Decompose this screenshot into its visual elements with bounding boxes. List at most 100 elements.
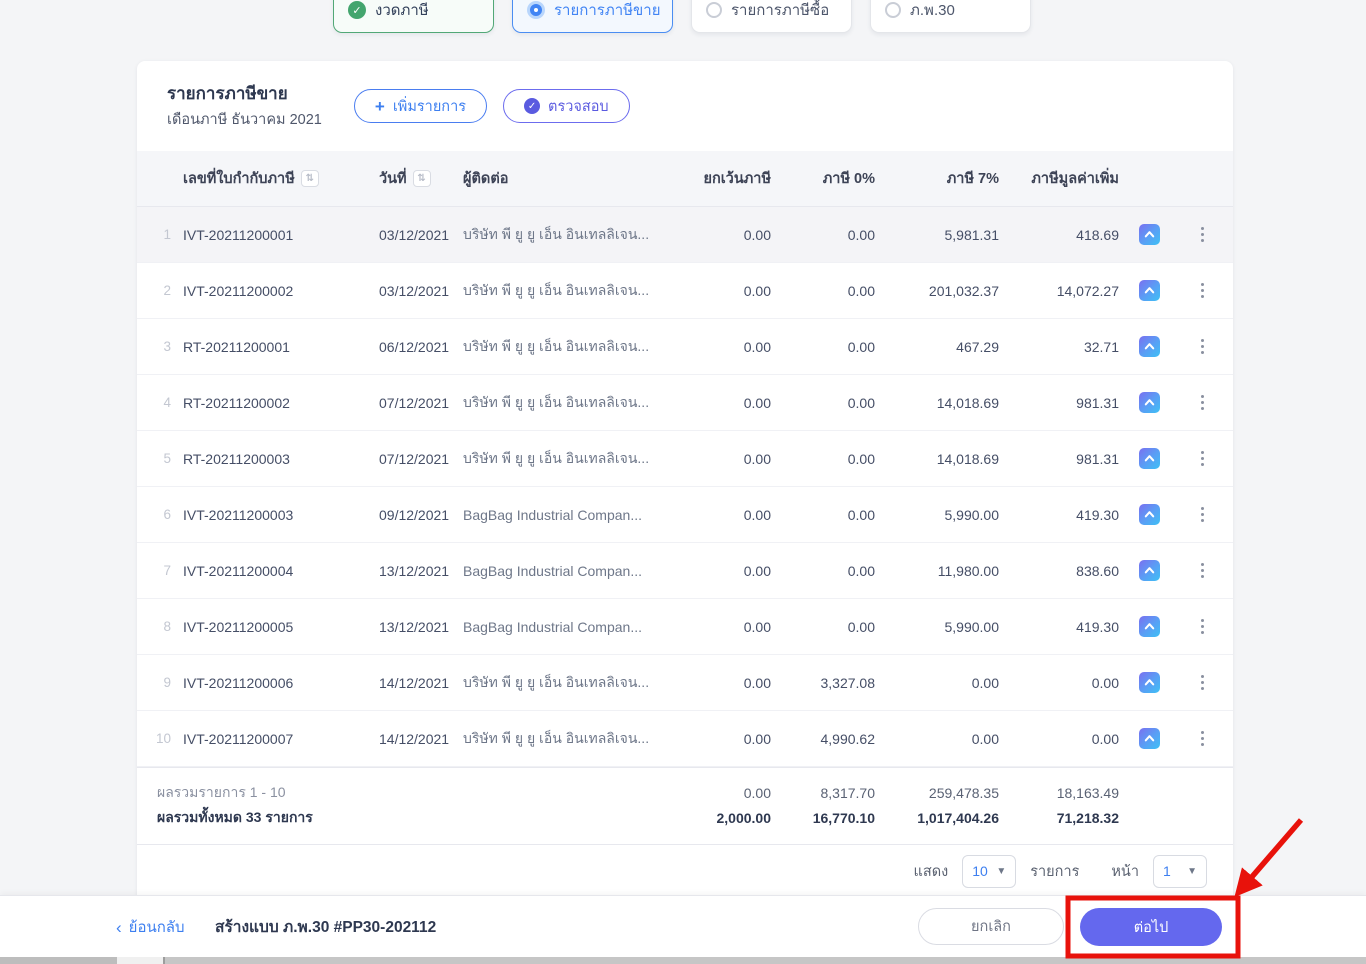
page-title: รายการภาษีขาย bbox=[167, 83, 288, 103]
vat-amount: 32.71 bbox=[1083, 338, 1119, 355]
sort-invoice-icon[interactable]: ⇅ bbox=[300, 170, 319, 187]
tax7-amount: 14,018.69 bbox=[936, 394, 999, 411]
document-link-icon[interactable] bbox=[1138, 616, 1160, 637]
pointer-arrow bbox=[1234, 818, 1304, 898]
contact-name: บริษัท พี ยู ยู เอ็น อินเทลลิเจน... bbox=[463, 673, 650, 690]
row-number: 2 bbox=[163, 283, 171, 298]
tab-label: ภ.พ.30 bbox=[910, 2, 955, 19]
tax7-amount: 14,018.69 bbox=[936, 450, 999, 467]
tax0-amount: 0.00 bbox=[847, 338, 875, 355]
row-number: 9 bbox=[163, 675, 171, 690]
tax0-amount: 0.00 bbox=[847, 394, 875, 411]
tab-sales-tax-items[interactable]: รายการภาษีขาย bbox=[512, 0, 673, 33]
tax7-amount: 0.00 bbox=[971, 674, 999, 691]
invoice-date: 03/12/2021 bbox=[379, 282, 450, 299]
row-menu-icon[interactable] bbox=[1200, 451, 1204, 466]
table-row[interactable]: 9 IVT-20211200006 14/12/2021 บริษัท พี ย… bbox=[137, 655, 1233, 711]
row-number: 8 bbox=[163, 619, 171, 634]
table-row[interactable]: 3 RT-20211200001 06/12/2021 บริษัท พี ยู… bbox=[137, 319, 1233, 375]
scrollbar-thumb bbox=[117, 957, 163, 964]
contact-name: บริษัท พี ยู ยู เอ็น อินเทลลิเจน... bbox=[463, 449, 650, 466]
tax7-amount: 11,980.00 bbox=[937, 562, 999, 579]
row-menu-icon[interactable] bbox=[1200, 283, 1204, 298]
row-number: 6 bbox=[163, 507, 171, 522]
page-size-value: 10 bbox=[972, 863, 988, 879]
cancel-button[interactable]: ยกเลิก bbox=[918, 908, 1064, 945]
footer-bar: ‹ ย้อนกลับ สร้างแบบ ภ.พ.30 #PP30-202112 … bbox=[0, 895, 1366, 957]
vat-amount: 981.31 bbox=[1076, 394, 1119, 411]
document-link-icon[interactable] bbox=[1138, 504, 1160, 525]
table-row[interactable]: 8 IVT-20211200005 13/12/2021 BagBag Indu… bbox=[137, 599, 1233, 655]
document-link-icon[interactable] bbox=[1138, 224, 1160, 245]
tab-tax-period[interactable]: ✓ งวดภาษี bbox=[333, 0, 494, 33]
document-link-icon[interactable] bbox=[1138, 392, 1160, 413]
tab-purchase-tax-items[interactable]: รายการภาษีซื้อ bbox=[691, 0, 852, 33]
document-link-icon[interactable] bbox=[1138, 728, 1160, 749]
page-number-value: 1 bbox=[1163, 863, 1171, 879]
column-vat: ภาษีมูลค่าเพิ่ม bbox=[1031, 171, 1119, 187]
column-invoice-number: เลขที่ใบกำกับภาษี ⇅ bbox=[171, 167, 367, 190]
invoice-date: 06/12/2021 bbox=[379, 338, 450, 355]
summary-total-label: ผลรวมทั้งหมด 33 รายการ bbox=[157, 808, 313, 825]
exempt-amount: 0.00 bbox=[743, 730, 771, 747]
check-circle-icon: ✓ bbox=[348, 1, 366, 19]
vat-amount: 0.00 bbox=[1091, 674, 1119, 691]
vat-amount: 14,072.27 bbox=[1056, 282, 1119, 299]
table-row[interactable]: 5 RT-20211200003 07/12/2021 บริษัท พี ยู… bbox=[137, 431, 1233, 487]
contact-name: BagBag Industrial Compan... bbox=[463, 562, 642, 579]
row-menu-icon[interactable] bbox=[1200, 619, 1204, 634]
verify-button[interactable]: ✓ ตรวจสอบ bbox=[503, 89, 630, 123]
panel-header: รายการภาษีขาย เดือนภาษี ธันวาคม 2021 + เ… bbox=[137, 61, 1233, 151]
row-number: 4 bbox=[163, 395, 171, 410]
back-button[interactable]: ‹ ย้อนกลับ bbox=[116, 915, 185, 939]
summary-page-row: ผลรวมรายการ 1 - 10 0.00 8,317.70 259,478… bbox=[137, 780, 1233, 805]
table-row[interactable]: 6 IVT-20211200003 09/12/2021 BagBag Indu… bbox=[137, 487, 1233, 543]
document-link-icon[interactable] bbox=[1138, 448, 1160, 469]
table-row[interactable]: 4 RT-20211200002 07/12/2021 บริษัท พี ยู… bbox=[137, 375, 1233, 431]
invoice-date: 14/12/2021 bbox=[379, 730, 450, 747]
contact-name: บริษัท พี ยู ยู เอ็น อินเทลลิเจน... bbox=[463, 281, 650, 298]
summary-page-tax7: 259,478.35 bbox=[928, 784, 999, 801]
add-item-button[interactable]: + เพิ่มรายการ bbox=[353, 89, 488, 123]
table-row[interactable]: 2 IVT-20211200002 03/12/2021 บริษัท พี ย… bbox=[137, 263, 1233, 319]
document-link-icon[interactable] bbox=[1138, 280, 1160, 301]
exempt-amount: 0.00 bbox=[743, 338, 771, 355]
page-number-select[interactable]: 1 ▼ bbox=[1153, 854, 1207, 888]
exempt-amount: 0.00 bbox=[743, 226, 771, 243]
invoice-date: 14/12/2021 bbox=[379, 674, 450, 691]
horizontal-scrollbar[interactable] bbox=[0, 957, 1366, 964]
vat-amount: 418.69 bbox=[1076, 226, 1119, 243]
tab-pp30[interactable]: ภ.พ.30 bbox=[870, 0, 1031, 33]
row-number: 10 bbox=[155, 731, 171, 746]
table-row[interactable]: 7 IVT-20211200004 13/12/2021 BagBag Indu… bbox=[137, 543, 1233, 599]
tax0-amount: 4,990.62 bbox=[820, 730, 876, 747]
invoice-number: IVT-20211200006 bbox=[183, 674, 294, 691]
tax7-amount: 201,032.37 bbox=[928, 282, 999, 299]
form-title: สร้างแบบ ภ.พ.30 #PP30-202112 bbox=[215, 919, 437, 936]
table-row[interactable]: 10 IVT-20211200007 14/12/2021 บริษัท พี … bbox=[137, 711, 1233, 767]
tax7-amount: 5,990.00 bbox=[944, 506, 1000, 523]
table-header: เลขที่ใบกำกับภาษี ⇅ วันที่ ⇅ ผู้ติดต่อ ย… bbox=[137, 151, 1233, 207]
table-row[interactable]: 1 IVT-20211200001 03/12/2021 บริษัท พี ย… bbox=[137, 207, 1233, 263]
exempt-amount: 0.00 bbox=[743, 562, 771, 579]
row-menu-icon[interactable] bbox=[1200, 507, 1204, 522]
row-menu-icon[interactable] bbox=[1200, 731, 1204, 746]
sales-tax-panel: รายการภาษีขาย เดือนภาษี ธันวาคม 2021 + เ… bbox=[137, 61, 1233, 897]
row-menu-icon[interactable] bbox=[1200, 675, 1204, 690]
document-link-icon[interactable] bbox=[1138, 672, 1160, 693]
document-link-icon[interactable] bbox=[1138, 336, 1160, 357]
vat-amount: 419.30 bbox=[1076, 618, 1119, 635]
row-menu-icon[interactable] bbox=[1200, 227, 1204, 242]
items-label: รายการ bbox=[1030, 863, 1080, 880]
row-menu-icon[interactable] bbox=[1200, 395, 1204, 410]
add-item-label: เพิ่มรายการ bbox=[392, 98, 467, 115]
invoice-number: RT-20211200001 bbox=[183, 338, 290, 355]
exempt-amount: 0.00 bbox=[743, 618, 771, 635]
row-menu-icon[interactable] bbox=[1200, 563, 1204, 578]
next-button[interactable]: ต่อไป bbox=[1080, 908, 1222, 946]
page-size-select[interactable]: 10 ▼ bbox=[962, 854, 1017, 888]
vat-amount: 419.30 bbox=[1076, 506, 1119, 523]
row-menu-icon[interactable] bbox=[1200, 339, 1204, 354]
sort-date-icon[interactable]: ⇅ bbox=[412, 170, 431, 187]
document-link-icon[interactable] bbox=[1138, 560, 1160, 581]
